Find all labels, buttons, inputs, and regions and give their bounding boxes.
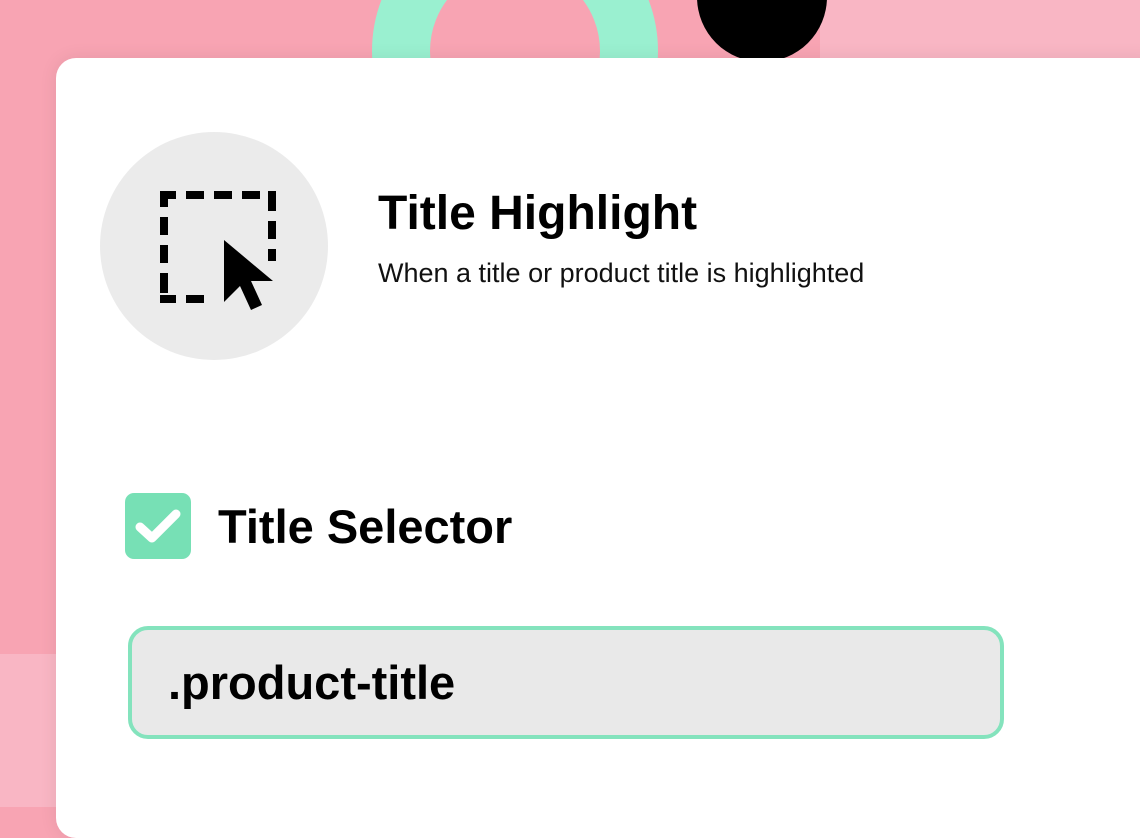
title-selector-label: Title Selector (218, 500, 513, 553)
title-selector-input[interactable] (128, 626, 1004, 739)
title-highlight-icon-badge (100, 132, 328, 360)
page-title: Title Highlight (378, 187, 698, 240)
decorative-black-circle (697, 0, 827, 62)
dashed-selection-cursor-icon (160, 191, 276, 310)
background-upper-right-band (820, 0, 1140, 60)
page-subtitle: When a title or product title is highlig… (378, 258, 865, 288)
title-selector-checkbox[interactable] (125, 493, 191, 559)
checkmark-icon (135, 509, 181, 543)
